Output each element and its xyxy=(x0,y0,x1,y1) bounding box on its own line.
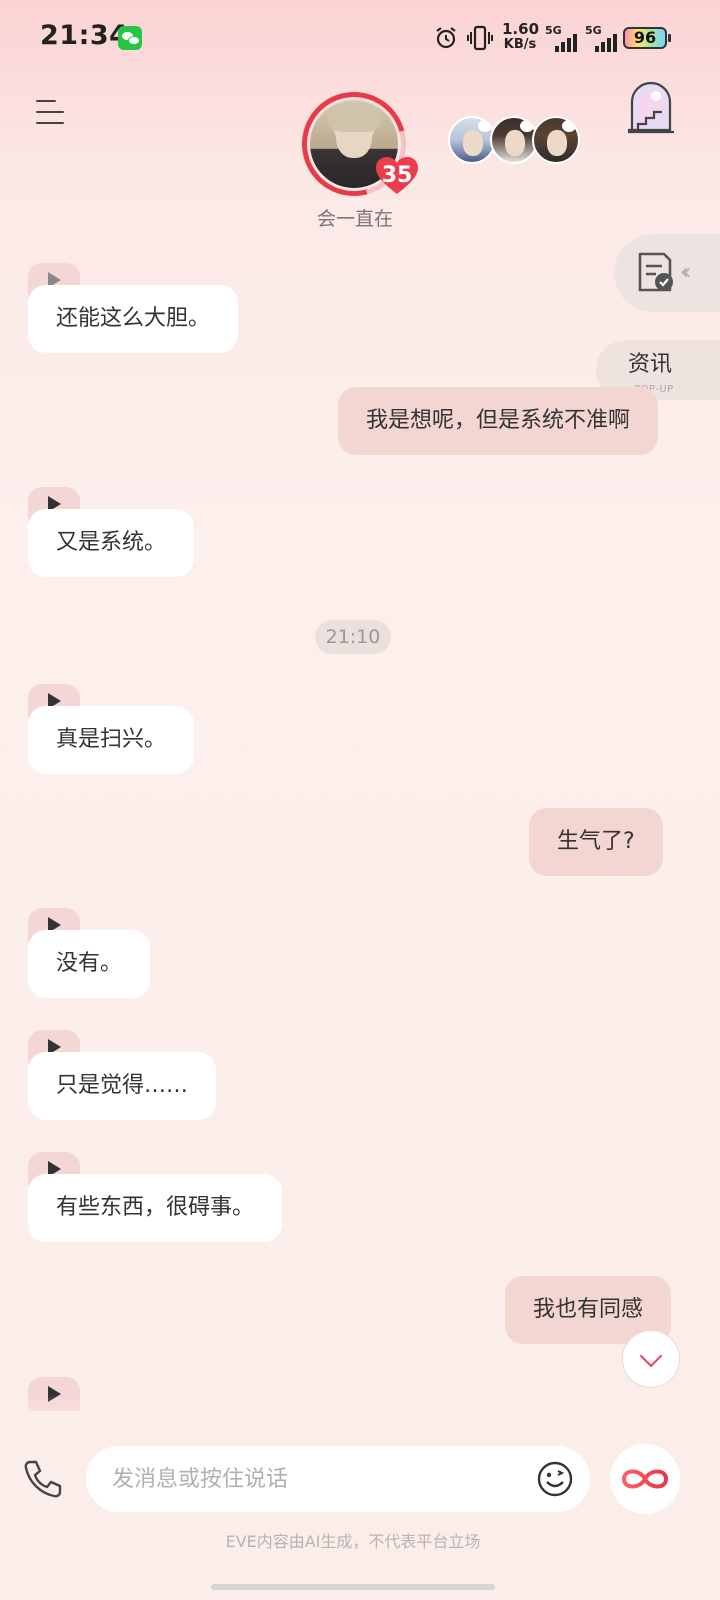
message-bubble[interactable]: 只是觉得…… xyxy=(28,1052,217,1120)
message-bubble[interactable]: 没有。 xyxy=(28,930,151,998)
vibrate-icon xyxy=(467,25,493,51)
message-bubble[interactable]: 有些东西，很碍事。 xyxy=(28,1174,283,1242)
menu-icon xyxy=(36,100,56,102)
time-divider: 21:10 xyxy=(315,620,391,654)
chevrons-left-icon: ‹‹ xyxy=(680,260,691,285)
status-time: 21:34 xyxy=(40,20,129,51)
network-speed: 1.60 KB/s xyxy=(502,20,540,53)
signal-strength-sim2: 5G xyxy=(585,24,621,52)
alarm-icon xyxy=(436,27,456,49)
character-avatar-2[interactable] xyxy=(490,116,538,164)
menu-button[interactable] xyxy=(36,98,68,126)
emoji-wink-icon[interactable] xyxy=(536,1460,574,1498)
network-speed-unit: KB/s xyxy=(503,37,537,52)
character-avatar-1[interactable] xyxy=(448,116,496,164)
document-check-icon xyxy=(638,252,673,292)
home-indicator[interactable] xyxy=(211,1584,495,1590)
signal-strength-sim1: 5G xyxy=(545,24,581,52)
message-bubble[interactable]: 又是系统。 xyxy=(28,509,195,577)
message-input[interactable] xyxy=(112,1446,532,1512)
news-label: 资讯 xyxy=(628,352,673,377)
affection-level: 35 xyxy=(381,163,413,188)
ai-disclaimer: EVE内容由AI生成，不代表平台立场 xyxy=(225,1532,481,1551)
message-bubble[interactable]: 真是扫兴。 xyxy=(28,706,195,774)
network-speed-value: 1.60 xyxy=(502,20,540,38)
status-bar: 21:34 1.60 KB/s 5G 5G 96 xyxy=(0,0,720,76)
affection-badge: 35 xyxy=(374,156,420,196)
character-status-text: 会一直在 xyxy=(316,208,393,230)
scroll-to-bottom-button[interactable] xyxy=(622,1330,680,1388)
message-bubble[interactable]: 我是想呢，但是系统不准啊 xyxy=(338,387,659,455)
wechat-notification-icon xyxy=(118,26,142,50)
portal-door-icon[interactable] xyxy=(626,80,676,134)
phone-icon[interactable] xyxy=(20,1456,66,1502)
message-input-container xyxy=(86,1446,590,1512)
other-characters xyxy=(448,116,580,166)
task-list-widget[interactable]: ‹‹ xyxy=(614,234,720,312)
signal-bars-icon xyxy=(595,34,617,52)
character-avatar-3[interactable] xyxy=(532,116,580,164)
infinity-icon xyxy=(621,1469,669,1489)
signal-bars-icon xyxy=(555,34,577,52)
infinity-button[interactable] xyxy=(610,1444,680,1514)
message-bubble[interactable]: 生气了? xyxy=(529,808,663,876)
battery-indicator: 96 xyxy=(623,27,671,49)
message-bubble[interactable]: 还能这么大胆。 xyxy=(28,285,239,353)
